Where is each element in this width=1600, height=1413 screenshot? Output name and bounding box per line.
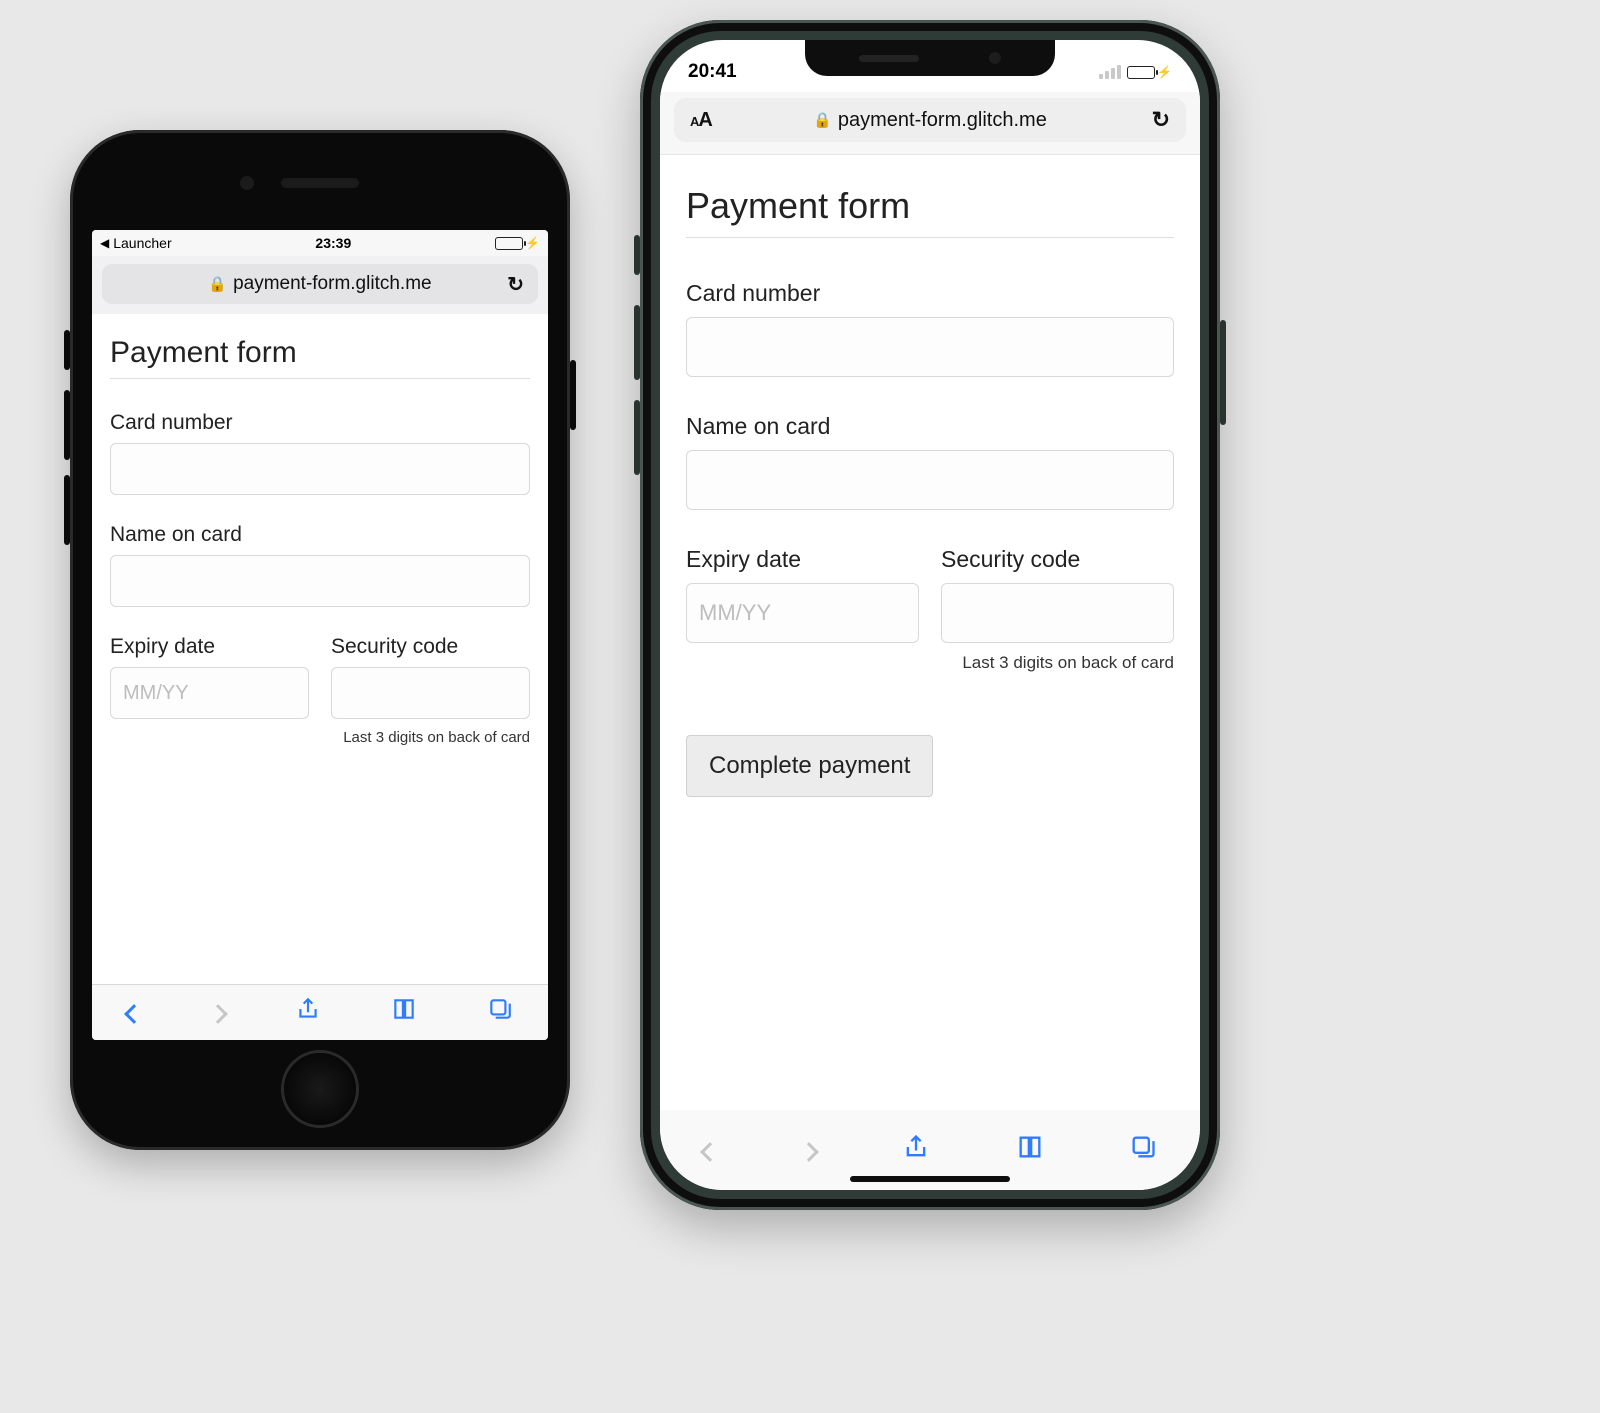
volume-down-button bbox=[634, 400, 640, 475]
card-number-label: Card number bbox=[686, 280, 1174, 307]
page-title: Payment form bbox=[110, 336, 530, 370]
title-divider bbox=[686, 237, 1174, 238]
expiry-input[interactable] bbox=[686, 583, 919, 643]
name-field: Name on card bbox=[686, 413, 1174, 510]
text-size-button[interactable]: AA bbox=[690, 109, 712, 132]
volume-down-button bbox=[64, 475, 70, 545]
cvc-field: Security code Last 3 digits on back of c… bbox=[331, 635, 530, 746]
home-indicator[interactable] bbox=[850, 1176, 1010, 1182]
expiry-label: Expiry date bbox=[110, 635, 309, 659]
expiry-label: Expiry date bbox=[686, 546, 919, 573]
cvc-label: Security code bbox=[941, 546, 1174, 573]
bookmarks-button[interactable] bbox=[1016, 1133, 1044, 1168]
name-input[interactable] bbox=[686, 450, 1174, 510]
screen: ◀ Launcher 23:39 ⚡ 🔒 payment-form.glitch… bbox=[92, 230, 548, 1040]
name-field: Name on card bbox=[110, 523, 530, 607]
share-icon bbox=[295, 996, 321, 1022]
card-number-field: Card number bbox=[110, 411, 530, 495]
share-icon bbox=[902, 1133, 930, 1161]
power-button bbox=[1220, 320, 1226, 425]
name-input[interactable] bbox=[110, 555, 530, 607]
speaker-grille bbox=[281, 178, 359, 188]
back-button[interactable] bbox=[703, 1134, 717, 1166]
safari-bottom-toolbar bbox=[92, 984, 548, 1040]
cvc-hint: Last 3 digits on back of card bbox=[331, 729, 530, 746]
notch bbox=[805, 40, 1055, 76]
expiry-cvc-row: Expiry date Security code Last 3 digits … bbox=[110, 635, 530, 774]
forward-button[interactable] bbox=[802, 1134, 816, 1166]
name-label: Name on card bbox=[686, 413, 1174, 440]
share-button[interactable] bbox=[902, 1133, 930, 1168]
status-right-icons: ⚡ bbox=[1099, 65, 1172, 79]
address-bar[interactable]: 🔒 payment-form.glitch.me ↻ bbox=[102, 264, 538, 304]
card-number-label: Card number bbox=[110, 411, 530, 435]
card-number-field: Card number bbox=[686, 280, 1174, 377]
iphone-8-device: ◀ Launcher 23:39 ⚡ 🔒 payment-form.glitch… bbox=[70, 130, 570, 1150]
expiry-field: Expiry date bbox=[686, 546, 919, 673]
battery-indicator: ⚡ bbox=[495, 236, 540, 250]
forward-button[interactable] bbox=[211, 997, 225, 1028]
back-button[interactable] bbox=[127, 997, 141, 1028]
book-icon bbox=[1016, 1133, 1044, 1161]
browser-toolbar: AA 🔒 payment-form.glitch.me ↻ bbox=[660, 92, 1200, 155]
volume-up-button bbox=[634, 305, 640, 380]
complete-payment-button[interactable]: Complete payment bbox=[686, 735, 933, 797]
status-time: 20:41 bbox=[688, 61, 737, 83]
cvc-hint: Last 3 digits on back of card bbox=[941, 653, 1174, 673]
page-content: Payment form Card number Name on card Ex… bbox=[660, 155, 1200, 1110]
bookmarks-button[interactable] bbox=[391, 996, 417, 1029]
mute-switch bbox=[64, 330, 70, 370]
iphone-11-device: 20:41 ⚡ AA 🔒 payment-form.glitch.me ↻ Pa… bbox=[640, 20, 1220, 1210]
page-content: Payment form Card number Name on card Ex… bbox=[92, 314, 548, 984]
expiry-cvc-row: Expiry date Security code Last 3 digits … bbox=[686, 546, 1174, 709]
card-number-input[interactable] bbox=[110, 443, 530, 495]
lock-icon: 🔒 bbox=[208, 275, 227, 293]
front-camera bbox=[240, 176, 254, 190]
battery-indicator: ⚡ bbox=[1127, 65, 1172, 79]
book-icon bbox=[391, 996, 417, 1022]
cvc-label: Security code bbox=[331, 635, 530, 659]
back-chevron-icon: ◀ bbox=[100, 236, 109, 250]
cvc-field: Security code Last 3 digits on back of c… bbox=[941, 546, 1174, 673]
tabs-button[interactable] bbox=[487, 996, 513, 1029]
back-to-app[interactable]: ◀ Launcher bbox=[100, 235, 172, 251]
card-number-input[interactable] bbox=[686, 317, 1174, 377]
reload-icon[interactable]: ↻ bbox=[507, 272, 524, 297]
lock-icon: 🔒 bbox=[813, 111, 832, 129]
cvc-input[interactable] bbox=[331, 667, 530, 719]
expiry-input[interactable] bbox=[110, 667, 309, 719]
reload-icon[interactable]: ↻ bbox=[1152, 107, 1170, 133]
share-button[interactable] bbox=[295, 996, 321, 1029]
battery-icon bbox=[495, 237, 523, 250]
charging-icon: ⚡ bbox=[1157, 65, 1172, 79]
address-bar[interactable]: AA 🔒 payment-form.glitch.me ↻ bbox=[674, 98, 1186, 142]
mute-switch bbox=[634, 235, 640, 275]
status-time: 23:39 bbox=[315, 235, 351, 251]
tabs-button[interactable] bbox=[1129, 1133, 1157, 1168]
front-camera bbox=[989, 52, 1001, 64]
signal-icon bbox=[1099, 65, 1121, 79]
url-text: payment-form.glitch.me bbox=[233, 273, 432, 295]
page-title: Payment form bbox=[686, 185, 1174, 227]
safari-bottom-toolbar bbox=[660, 1110, 1200, 1190]
cvc-input[interactable] bbox=[941, 583, 1174, 643]
back-app-label: Launcher bbox=[113, 235, 171, 251]
browser-toolbar: 🔒 payment-form.glitch.me ↻ bbox=[92, 256, 548, 314]
charging-icon: ⚡ bbox=[525, 236, 540, 250]
title-divider bbox=[110, 378, 530, 379]
power-button bbox=[570, 360, 576, 430]
tabs-icon bbox=[487, 996, 513, 1022]
status-bar: ◀ Launcher 23:39 ⚡ bbox=[92, 230, 548, 256]
tabs-icon bbox=[1129, 1133, 1157, 1161]
expiry-field: Expiry date bbox=[110, 635, 309, 746]
name-label: Name on card bbox=[110, 523, 530, 547]
battery-icon bbox=[1127, 66, 1155, 79]
screen: 20:41 ⚡ AA 🔒 payment-form.glitch.me ↻ Pa… bbox=[660, 40, 1200, 1190]
volume-up-button bbox=[64, 390, 70, 460]
home-button[interactable] bbox=[281, 1050, 359, 1128]
url-text: payment-form.glitch.me bbox=[838, 109, 1047, 132]
speaker-grille bbox=[859, 55, 919, 62]
